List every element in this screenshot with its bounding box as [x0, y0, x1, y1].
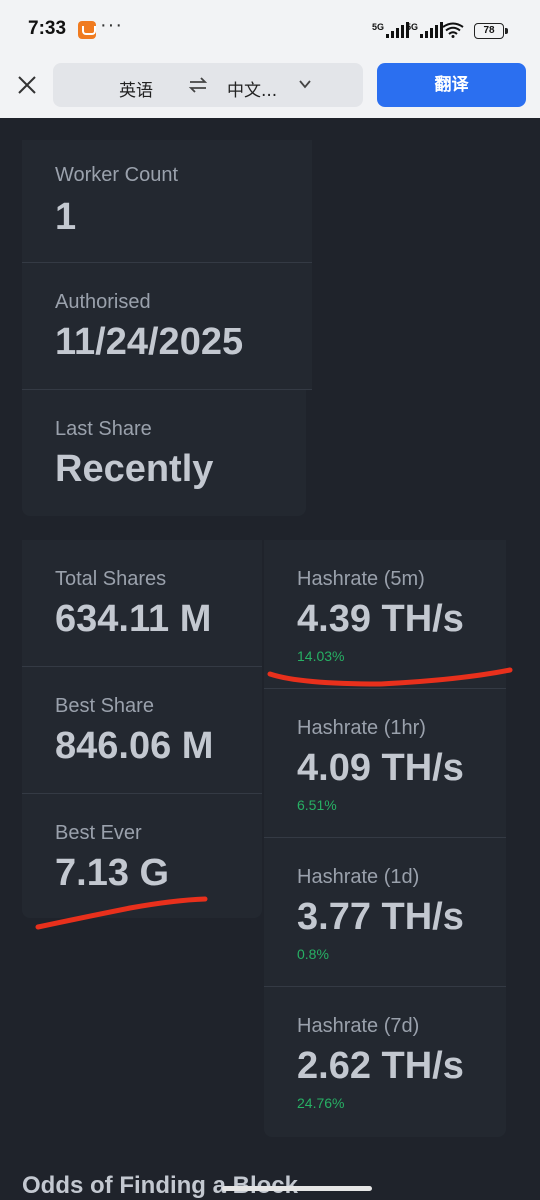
- home-indicator[interactable]: [222, 1186, 372, 1191]
- hashrate-5m-card: Hashrate (5m) 4.39 TH/s 14.03%: [264, 540, 506, 688]
- worker-count-card: Worker Count 1: [22, 140, 312, 262]
- total-shares-label: Total Shares: [55, 568, 167, 590]
- worker-count-label: Worker Count: [55, 164, 179, 186]
- hashrate-change: 6.51%: [297, 797, 337, 813]
- swap-languages-icon[interactable]: [188, 75, 208, 95]
- last-share-label: Last Share: [55, 418, 152, 440]
- best-ever-value: 7.13 G: [55, 852, 170, 894]
- sim1-network-label: 5G: [372, 22, 385, 32]
- battery-icon: 78: [474, 23, 508, 39]
- best-share-label: Best Share: [55, 695, 154, 717]
- hashrate-change: 24.76%: [297, 1095, 345, 1111]
- clock: 7:33: [28, 18, 67, 39]
- sim2-signal-icon: [420, 22, 443, 38]
- authorised-card: Authorised 11/24/2025: [22, 263, 312, 389]
- hashrate-value: 2.62 TH/s: [297, 1045, 464, 1087]
- best-ever-label: Best Ever: [55, 822, 142, 844]
- status-bar: 7:33 ··· 5G 5G 78: [0, 0, 540, 60]
- hashrate-value: 4.09 TH/s: [297, 747, 464, 789]
- best-share-card: Best Share 846.06 M: [22, 667, 262, 793]
- hashrate-label: Hashrate (1hr): [297, 717, 426, 739]
- last-share-value: Recently: [55, 448, 214, 490]
- authorised-value: 11/24/2025: [55, 321, 244, 363]
- wifi-icon: [442, 22, 464, 38]
- hashrate-7d-card: Hashrate (7d) 2.62 TH/s 24.76%: [264, 987, 506, 1137]
- chevron-down-icon[interactable]: [298, 77, 312, 91]
- app-notification-icon: [78, 21, 96, 39]
- translate-button[interactable]: 翻译: [377, 63, 526, 107]
- target-language[interactable]: 中文...: [227, 76, 277, 101]
- more-notifications-icon: ···: [100, 14, 123, 36]
- hashrate-value: 3.77 TH/s: [297, 896, 464, 938]
- hashrate-value: 4.39 TH/s: [297, 598, 464, 640]
- best-ever-card: Best Ever 7.13 G: [22, 794, 262, 918]
- total-shares-value: 634.11 M: [55, 598, 212, 640]
- translate-toolbar: 英语 中文... 翻译: [0, 60, 540, 118]
- best-share-value: 846.06 M: [55, 725, 214, 767]
- hashrate-1d-card: Hashrate (1d) 3.77 TH/s 0.8%: [264, 838, 506, 986]
- total-shares-card: Total Shares 634.11 M: [22, 540, 262, 666]
- source-language[interactable]: 英语: [119, 76, 153, 101]
- authorised-label: Authorised: [55, 291, 151, 313]
- worker-count-value: 1: [55, 196, 77, 238]
- hashrate-label: Hashrate (7d): [297, 1015, 420, 1037]
- hashrate-label: Hashrate (5m): [297, 568, 425, 590]
- hashrate-change: 14.03%: [297, 648, 345, 664]
- hashrate-1hr-card: Hashrate (1hr) 4.09 TH/s 6.51%: [264, 689, 506, 837]
- last-share-card: Last Share Recently: [22, 390, 306, 516]
- language-selector[interactable]: 英语 中文...: [53, 63, 363, 107]
- close-icon[interactable]: [16, 74, 38, 96]
- hashrate-label: Hashrate (1d): [297, 866, 420, 888]
- sim2-network-label: 5G: [406, 22, 419, 32]
- hashrate-change: 0.8%: [297, 946, 329, 962]
